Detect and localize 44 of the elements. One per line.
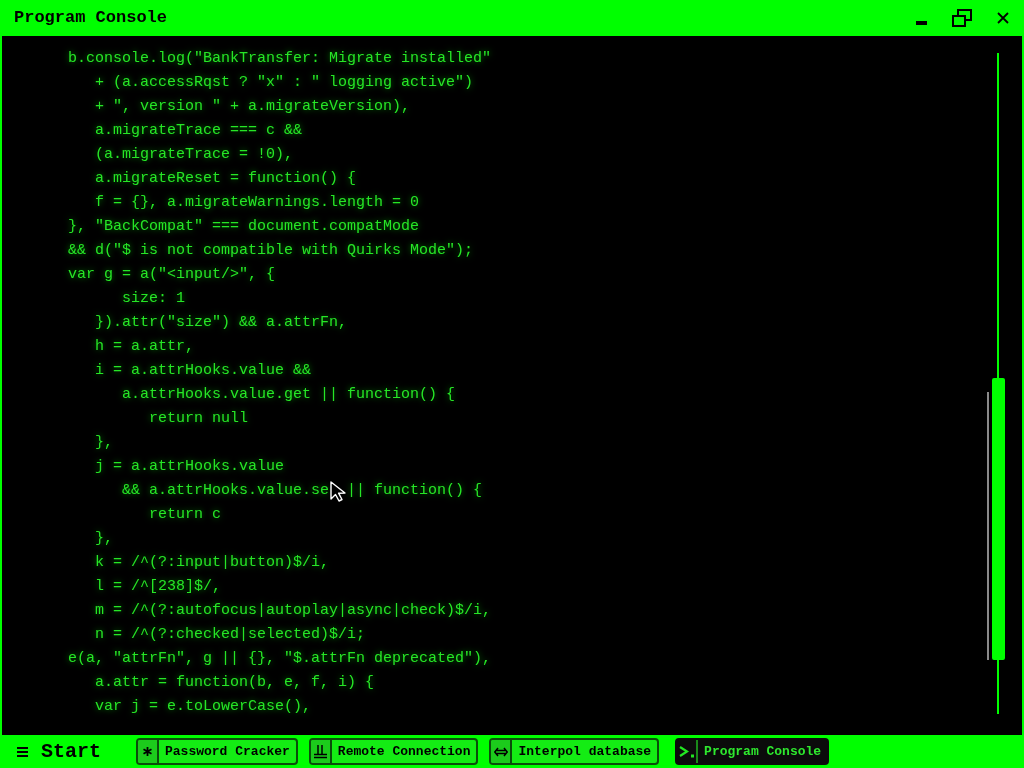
code-line: l = /^[238]$/, <box>95 577 222 597</box>
code-line: }).attr("size") && a.attrFn, <box>95 313 348 333</box>
window-title: Program Console <box>14 7 169 30</box>
code-line: a.attrHooks.value.get || function() { <box>122 385 456 405</box>
minimize-icon <box>915 20 927 25</box>
code-line: h = a.attr, <box>95 337 195 357</box>
taskbar-button[interactable]: Program Console <box>675 738 830 765</box>
code-line: return c <box>149 505 222 525</box>
taskbar-button[interactable]: Interpol database <box>489 738 660 765</box>
code-line: a.migrateTrace === c && <box>95 121 303 141</box>
prompt-icon <box>678 745 695 758</box>
code-line: a.migrateReset = function() { <box>95 169 357 189</box>
double-arrow-icon <box>493 746 508 757</box>
code-line: m = /^(?:autofocus|autoplay|async|check)$/i, <box>95 601 492 621</box>
taskbar-button[interactable]: Password Cracker <box>136 738 298 765</box>
start-button[interactable]: Start <box>0 736 107 767</box>
code-line: && d("$ is not compatible with Quirks Mode"); <box>68 241 474 261</box>
code-line: }, <box>95 433 114 453</box>
restore-icon <box>952 9 972 27</box>
code-line: }, "BackCompat" === document.compatMode <box>68 217 420 237</box>
code-line: return null <box>149 409 249 429</box>
code-line: a.attr = function(b, e, f, i) { <box>95 673 375 693</box>
code-line: n = /^(?:checked|selected)$/i; <box>95 625 366 645</box>
code-line: j = a.attrHooks.value <box>95 457 285 477</box>
code-line: && a.attrHooks.value.se <box>122 481 330 501</box>
code-line: var g = a("<input/>", { <box>68 265 276 285</box>
scrollbar-thumb[interactable] <box>992 378 1005 660</box>
code-line: + (a.accessRqst ? "x" : " logging active") <box>95 73 474 93</box>
code-line: + ", version " + a.migrateVersion), <box>95 97 411 117</box>
code-line: var j = e.toLowerCase(), <box>95 697 312 717</box>
code-line: i = a.attrHooks.value && <box>95 361 312 381</box>
taskbar-button[interactable]: Remote Connection <box>308 738 479 765</box>
menu-icon <box>17 746 28 757</box>
code-line: || function() { <box>347 481 483 501</box>
code-line: b.console.log("BankTransfer: Migrate installed" <box>68 49 492 69</box>
asterisk-icon <box>143 746 152 757</box>
code-line: (a.migrateTrace = !0), <box>95 145 294 165</box>
plug-icon <box>313 744 327 759</box>
close-icon <box>997 12 1009 24</box>
code-line: e(a, "attrFn", g || {}, "$.attrFn deprecated"), <box>68 649 492 669</box>
code-line: k = /^(?:input|button)$/i, <box>95 553 330 573</box>
code-line: size: 1 <box>122 289 186 309</box>
code-line: }, <box>95 529 114 549</box>
code-line: f = {}, a.migrateWarnings.length = 0 <box>95 193 420 213</box>
